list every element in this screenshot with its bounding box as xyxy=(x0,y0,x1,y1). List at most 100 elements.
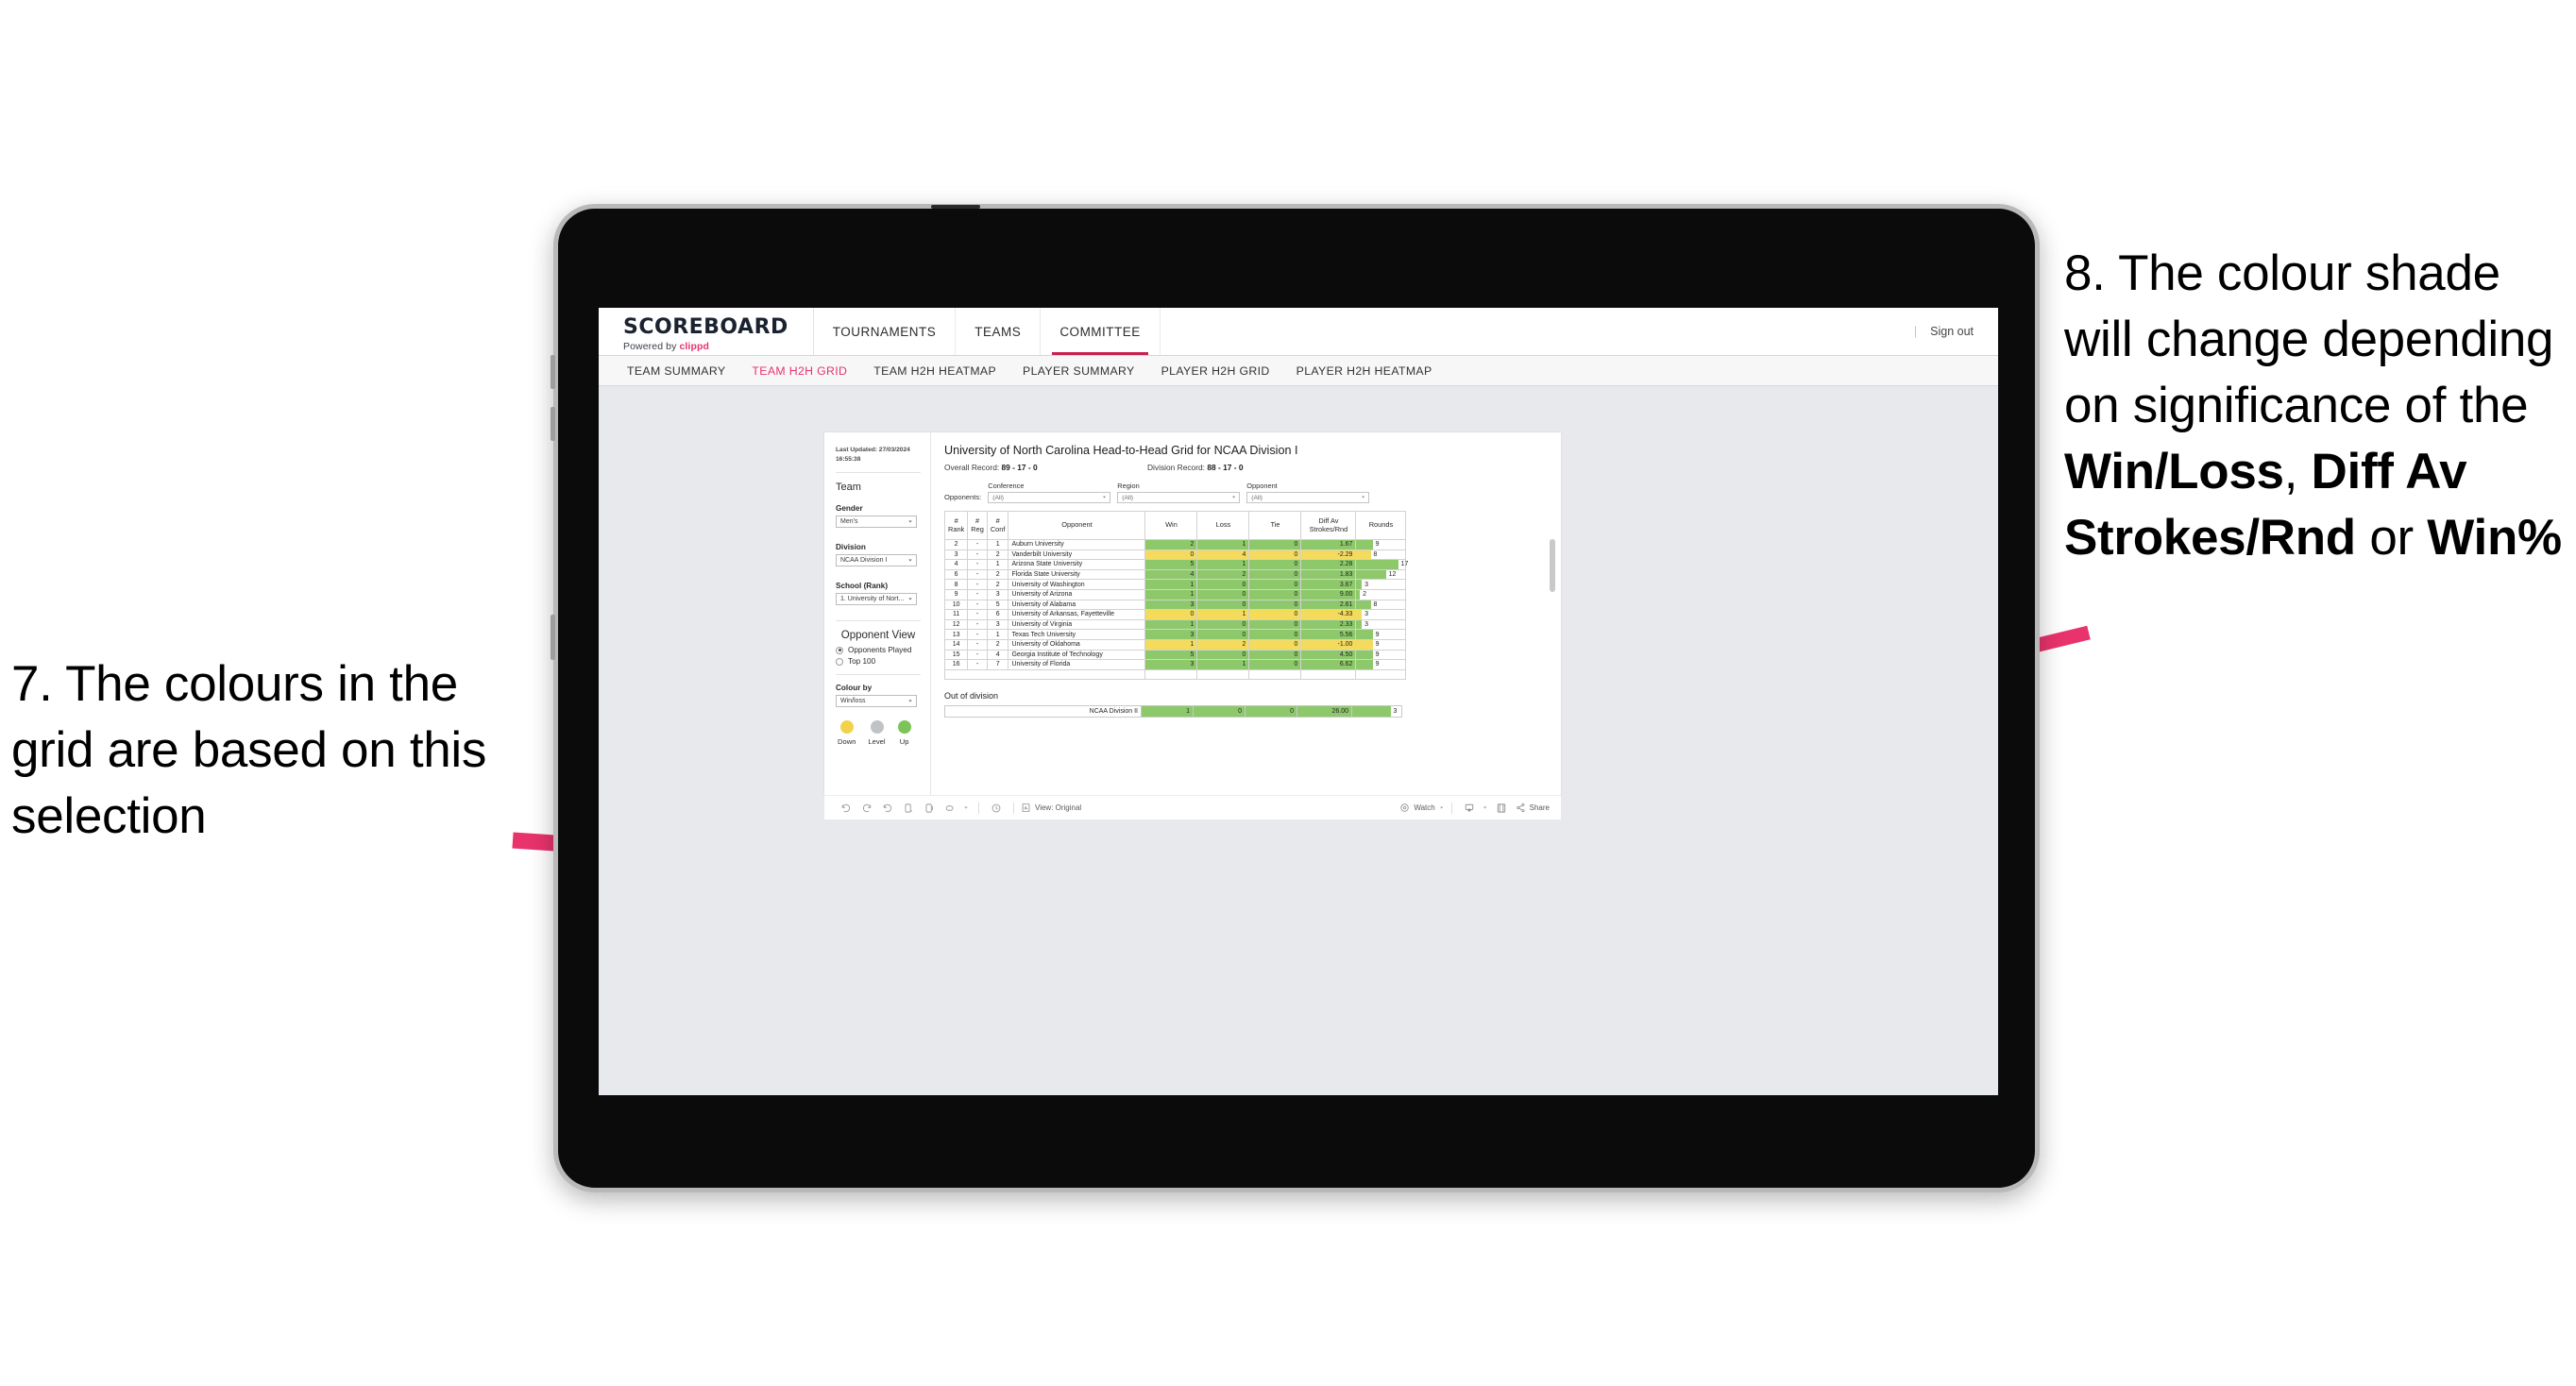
cell-rounds: 9 xyxy=(1355,539,1407,550)
filter-opponent-label: Opponent xyxy=(1246,482,1278,490)
table-row[interactable]: 4-1 Arizona State University 5 1 0 2.28 17 xyxy=(943,559,1408,570)
viz-content: University of North Carolina Head-to-Hea… xyxy=(931,432,1561,795)
out-of-division-title: Out of division xyxy=(944,691,999,701)
cell-rounds: 8 xyxy=(1355,549,1407,561)
cell-opponent: University of Florida xyxy=(1008,659,1146,670)
division-record-label: Division Record: xyxy=(1147,463,1208,472)
overall-record-label: Overall Record: xyxy=(944,463,1002,472)
fullscreen-icon[interactable] xyxy=(1491,798,1512,819)
revert-icon[interactable] xyxy=(877,798,898,819)
cell-rounds: 9 xyxy=(1355,638,1407,651)
cell-rank: 6 xyxy=(943,568,969,581)
table-row[interactable]: 13-1 Texas Tech University 3 0 0 5.56 9 xyxy=(943,629,1407,640)
brand-title: SCOREBOARD xyxy=(623,314,788,339)
school-rank-select[interactable]: 1. University of Nort... ▼ xyxy=(836,593,917,606)
subnav-item-player-h2h-heatmap[interactable]: PLAYER H2H HEATMAP xyxy=(1283,364,1446,378)
redo-icon[interactable] xyxy=(856,798,877,819)
cell-tie: 0 xyxy=(1248,559,1302,570)
col-header-tie[interactable]: Tie xyxy=(1248,511,1302,540)
gender-select[interactable]: Men's ▼ xyxy=(836,516,917,529)
filter-region-select[interactable]: (All) ▼ xyxy=(1117,492,1241,503)
table-row[interactable]: 3-2 Vanderbilt University 0 4 0 -2.29 8 xyxy=(943,549,1407,561)
table-row[interactable]: 14-2 University of Oklahoma 1 2 0 -1.00 9 xyxy=(943,638,1407,651)
panel-heading-team: Team xyxy=(836,482,861,494)
table-row[interactable]: 2-1 Auburn University 2 1 0 1.67 9 xyxy=(943,539,1407,550)
legend-item-level: Level xyxy=(868,720,886,746)
col-header-rounds[interactable]: Rounds xyxy=(1355,511,1407,540)
cell-conf: 7 xyxy=(986,659,1009,670)
col-header-conf[interactable]: # Conf xyxy=(986,511,1009,540)
volume-button-down xyxy=(551,407,555,441)
legend-dot-level xyxy=(870,720,884,735)
subnav-item-team-summary[interactable]: TEAM SUMMARY xyxy=(614,364,738,378)
filter-opponent-select[interactable]: (All) ▼ xyxy=(1246,492,1370,503)
topnav-item-committee[interactable]: COMMITTEE xyxy=(1041,308,1161,355)
table-row[interactable]: 10-5 University of Alabama 3 0 0 2.61 8 xyxy=(943,599,1407,611)
rounds-value: 3 xyxy=(1364,621,1369,629)
col-header-win[interactable]: Win xyxy=(1144,511,1198,540)
subnav-item-player-summary[interactable]: PLAYER SUMMARY xyxy=(1009,364,1148,378)
col-header-diff[interactable]: Diff Av Strokes/Rnd xyxy=(1300,511,1357,540)
cell-diff: 5.56 xyxy=(1300,629,1357,640)
grid-scrollbar[interactable] xyxy=(1550,539,1555,592)
header-right: | Sign out xyxy=(1914,308,1998,355)
col-header-opponent[interactable]: Opponent xyxy=(1008,511,1146,540)
subnav-item-team-h2h-grid[interactable]: TEAM H2H GRID xyxy=(738,364,860,378)
brand-logo[interactable]: SCOREBOARD Powered by clippd xyxy=(599,308,814,355)
cell-loss: 0 xyxy=(1196,579,1250,590)
table-row[interactable]: 9-3 University of Arizona 1 0 0 9.00 2 xyxy=(943,588,1407,600)
cell-reg: - xyxy=(967,599,988,611)
cell-conf: 1 xyxy=(986,539,1009,550)
h2h-grid-header: # Rank # Reg # Conf Opponent Win Loss Tie D… xyxy=(943,511,1407,540)
topnav-item-tournaments[interactable]: TOURNAMENTS xyxy=(814,308,957,355)
download-icon[interactable] xyxy=(1459,798,1480,819)
annotation-8-bold-winloss: Win/Loss xyxy=(2064,443,2284,499)
table-row[interactable]: 11-6 University of Arkansas, Fayetteville… xyxy=(943,609,1407,620)
cell-diff: 9.00 xyxy=(1300,588,1357,600)
colour-by-select[interactable]: Win/loss ▼ xyxy=(836,695,917,708)
subnav-item-player-h2h-grid[interactable]: PLAYER H2H GRID xyxy=(1148,364,1283,378)
cell-rank: 4 xyxy=(943,559,969,570)
share-button[interactable]: Share xyxy=(1516,803,1550,813)
cell-rounds: 3 xyxy=(1355,609,1407,620)
chevron-down-icon[interactable]: ▼ xyxy=(1480,798,1491,819)
chevron-down-icon[interactable]: ▼ xyxy=(960,798,972,819)
division-select[interactable]: NCAA Division I ▼ xyxy=(836,554,917,567)
filter-conference-select[interactable]: (All) ▼ xyxy=(988,492,1111,503)
clock-icon[interactable] xyxy=(986,798,1007,819)
table-row[interactable]: 12-3 University of Virginia 1 0 0 2.33 3 xyxy=(943,618,1407,631)
undo-icon[interactable] xyxy=(836,798,856,819)
sign-out-link[interactable]: Sign out xyxy=(1930,325,1974,338)
highlight-icon[interactable] xyxy=(940,798,960,819)
col-header-loss[interactable]: Loss xyxy=(1196,511,1250,540)
radio-opponents-played[interactable]: Opponents Played xyxy=(836,646,921,654)
brand-powered-prefix: Powered by xyxy=(623,340,680,352)
table-row[interactable]: 16-7 University of Florida 3 1 0 6.62 9 xyxy=(943,659,1407,670)
overall-record-value: 89 - 17 - 0 xyxy=(1001,463,1038,472)
table-row[interactable]: 15-4 Georgia Institute of Technology 5 0 0 4.… xyxy=(943,649,1407,661)
refresh-icon[interactable] xyxy=(898,798,919,819)
cell-tie: 0 xyxy=(1248,539,1302,550)
watch-button[interactable]: Watch ▼ xyxy=(1399,803,1445,813)
pause-icon[interactable] xyxy=(919,798,940,819)
out-of-division-row[interactable]: NCAA Division II 1 0 0 26.00 3 xyxy=(944,705,1402,718)
topnav-item-teams[interactable]: TEAMS xyxy=(956,308,1042,355)
col-header-rank[interactable]: # Rank xyxy=(943,511,969,540)
cell-conf: 1 xyxy=(986,559,1009,570)
radio-top-100[interactable]: Top 100 xyxy=(836,657,921,666)
control-panel: Last Updated: 27/03/2024 16:55:38 Team G… xyxy=(824,432,931,795)
table-row[interactable]: 6-2 Florida State University 4 2 0 1.83 12 xyxy=(943,568,1407,581)
rounds-value: 3 xyxy=(1364,611,1369,618)
rounds-value: 9 xyxy=(1375,661,1380,668)
subnav-item-team-h2h-heatmap[interactable]: TEAM H2H HEATMAP xyxy=(860,364,1009,378)
cell-win: 1 xyxy=(1144,618,1198,631)
view-original-button[interactable]: View: Original xyxy=(1021,803,1081,813)
division-label: Division xyxy=(836,543,866,552)
ood-cell-name: NCAA Division II xyxy=(944,705,1142,718)
col-header-reg[interactable]: # Reg xyxy=(967,511,988,540)
annotation-7-text: 7. The colours in the grid are based on … xyxy=(11,656,487,844)
table-row[interactable]: 8-2 University of Washington 1 0 0 3.67 3 xyxy=(943,579,1407,590)
cell-win: 4 xyxy=(1144,568,1198,581)
ood-cell-diff: 26.00 xyxy=(1296,705,1352,718)
cell-diff: 2.33 xyxy=(1300,618,1357,631)
